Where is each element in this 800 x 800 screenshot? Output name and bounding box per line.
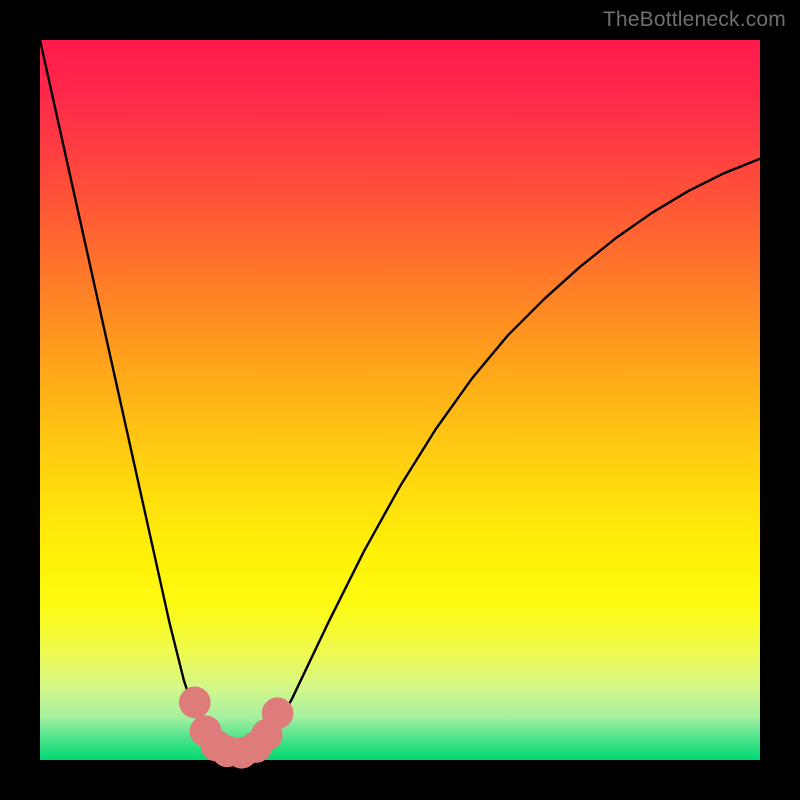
- marker-group: [179, 687, 293, 769]
- watermark-text: TheBottleneck.com: [603, 8, 786, 32]
- data-marker: [179, 687, 211, 719]
- bottleneck-curve: [40, 40, 760, 754]
- outer-frame: TheBottleneck.com: [0, 0, 800, 800]
- chart-svg: [40, 40, 760, 760]
- data-marker: [262, 697, 294, 729]
- plot-area: [40, 40, 760, 760]
